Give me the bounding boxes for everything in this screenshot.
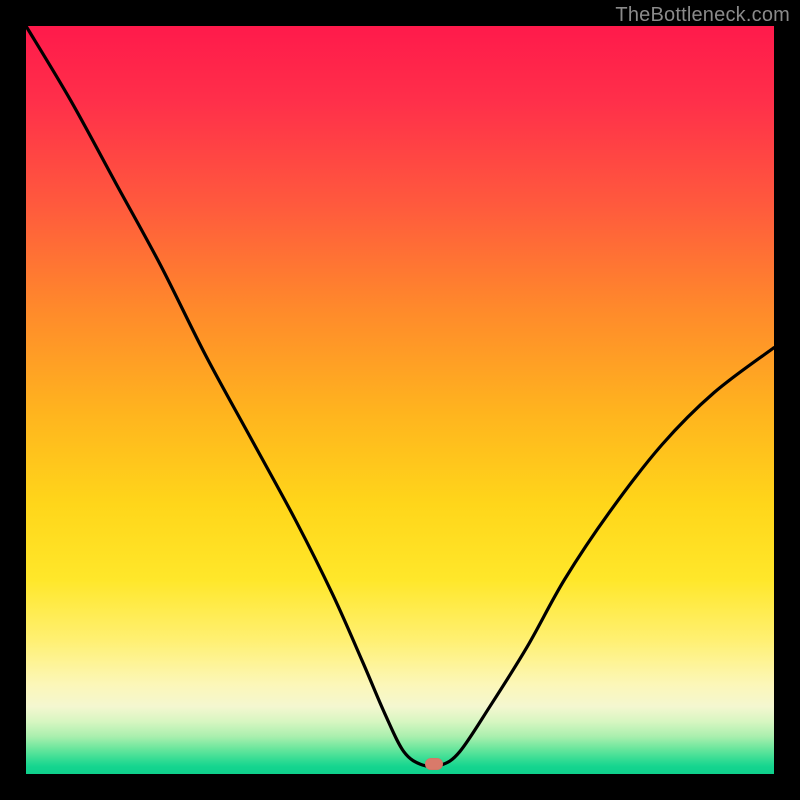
bottleneck-curve <box>26 26 774 774</box>
optimal-marker <box>425 758 443 770</box>
chart-frame: TheBottleneck.com <box>0 0 800 800</box>
plot-area <box>26 26 774 774</box>
watermark-text: TheBottleneck.com <box>615 4 790 27</box>
curve-path <box>26 26 774 767</box>
